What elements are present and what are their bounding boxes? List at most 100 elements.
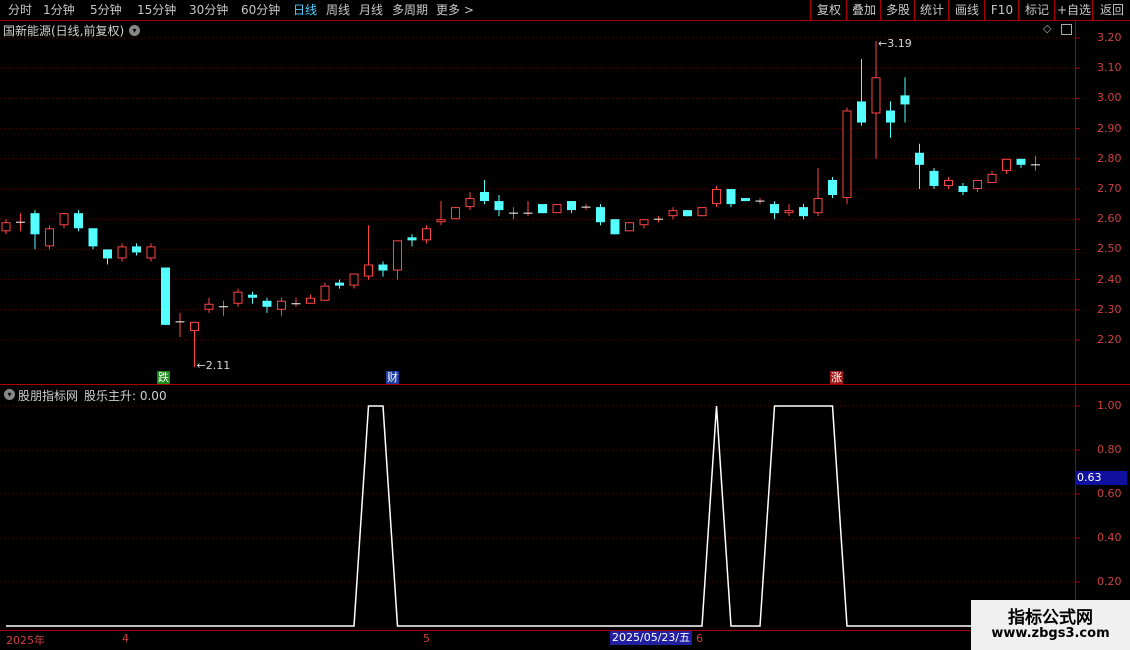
candle-body	[422, 228, 431, 241]
candle-body	[204, 303, 214, 310]
panel-divider	[0, 384, 1130, 385]
candle	[683, 210, 692, 217]
candle-body	[770, 204, 779, 214]
candle	[248, 291, 257, 304]
indicator-line-series	[6, 405, 1036, 627]
candle	[378, 261, 388, 277]
candle-body	[813, 198, 823, 214]
candle-body	[161, 267, 170, 325]
candle-body	[436, 219, 446, 223]
candle-body	[900, 95, 910, 105]
candle-body	[944, 179, 953, 186]
candle-body	[451, 207, 460, 220]
candle	[465, 192, 475, 211]
candle-body	[407, 237, 417, 241]
candle	[755, 198, 765, 205]
candle	[320, 282, 330, 301]
candle	[523, 201, 533, 217]
candle-body	[146, 246, 156, 259]
main-chart-title: 国新能源(日线,前复权)	[3, 24, 125, 38]
candle	[610, 219, 620, 235]
candle	[886, 101, 895, 138]
y-tick-label: 3.10	[1097, 61, 1122, 75]
candle	[103, 249, 112, 265]
candle	[596, 204, 605, 226]
candle	[726, 189, 736, 208]
event-marker-drop[interactable]: 跌	[157, 371, 170, 384]
candle	[480, 179, 489, 205]
candle	[117, 243, 127, 262]
event-marker-finance[interactable]: 财	[386, 371, 399, 384]
candle-body	[886, 110, 895, 123]
candle	[219, 300, 228, 316]
candle	[349, 273, 359, 289]
candle-body	[1002, 158, 1011, 171]
watermark-url: www.zbgs3.com	[991, 626, 1110, 641]
chart-canvas	[0, 20, 1130, 631]
candle	[552, 204, 562, 214]
candle	[436, 201, 446, 226]
candle-body	[248, 294, 257, 298]
candle-body	[378, 264, 388, 271]
candle	[987, 170, 997, 183]
candle	[639, 219, 649, 229]
candle-body	[190, 321, 199, 331]
candle-body	[683, 210, 692, 217]
candle-body	[625, 222, 634, 232]
candle-body	[233, 291, 243, 304]
candle	[364, 225, 373, 280]
event-marker-rise[interactable]: 涨	[830, 371, 843, 384]
candle-body	[480, 192, 489, 202]
candle-body	[973, 179, 982, 190]
candle	[567, 201, 576, 214]
candle	[712, 185, 721, 208]
candle-body	[639, 219, 649, 226]
candle-body	[306, 297, 315, 304]
candle-body	[1016, 158, 1026, 165]
candle	[538, 204, 547, 214]
candle-body	[857, 101, 866, 123]
candle	[451, 207, 460, 220]
candle	[45, 225, 54, 250]
candle	[30, 210, 40, 250]
high-price-label: ←3.19	[878, 37, 912, 51]
candle-body	[958, 185, 968, 193]
candle-body	[987, 173, 997, 183]
y-tick-label: 2.40	[1097, 272, 1122, 286]
indicator-y-tick-label: 1.00	[1097, 399, 1122, 412]
candle	[625, 222, 634, 232]
candle	[204, 297, 214, 313]
y-tick-label: 2.80	[1097, 151, 1122, 165]
indicator-series-label: 股乐主升: 0.00	[84, 389, 167, 403]
candle-body	[59, 213, 69, 226]
indicator-y-tick-label: 0.40	[1097, 531, 1122, 544]
indicator-title: 股朋指标网	[18, 389, 79, 403]
x-label-year: 2025年	[6, 634, 45, 647]
candle-body	[828, 179, 837, 196]
y-tick-label: 2.50	[1097, 242, 1122, 256]
chevron-down-icon[interactable]: ▾	[129, 25, 140, 36]
cursor-date-box: 2025/05/23/五	[610, 631, 693, 645]
candle	[915, 143, 924, 189]
candle	[59, 213, 69, 229]
candle	[74, 210, 83, 232]
window-icon[interactable]	[1061, 24, 1072, 35]
candle	[509, 207, 518, 220]
candle-body	[610, 219, 620, 235]
candle	[175, 312, 185, 337]
candle-body	[842, 110, 852, 199]
candle	[857, 59, 866, 126]
candle	[407, 234, 417, 247]
chevron-down-icon[interactable]: ▾	[4, 389, 15, 400]
x-label-april: 4	[122, 632, 129, 645]
candle	[741, 198, 750, 202]
diamond-icon[interactable]: ◇	[1043, 22, 1051, 35]
candle	[929, 167, 939, 189]
candle-body	[552, 204, 562, 214]
candle-body	[117, 246, 127, 259]
low-price-label: ←2.11	[196, 359, 231, 373]
candle-body	[277, 300, 286, 310]
candle-body	[871, 77, 881, 114]
candle	[900, 77, 910, 123]
candle	[813, 167, 823, 217]
